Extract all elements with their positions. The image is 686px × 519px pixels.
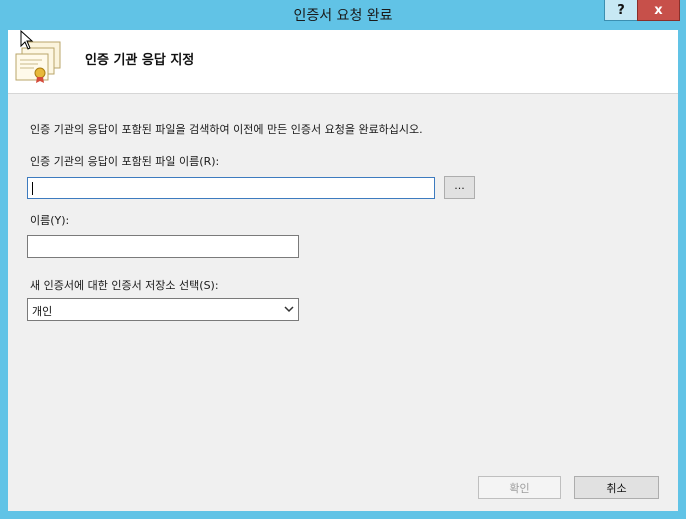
friendly-name-label: 이름(Y): — [30, 214, 70, 227]
dialog-body: 인증 기관 응답 지정 인증 기관의 응답이 포함된 파일을 검색하여 이전에 … — [8, 30, 678, 511]
mouse-cursor-icon — [20, 30, 34, 50]
file-name-label: 인증 기관의 응답이 포함된 파일 이름(R): — [30, 155, 220, 168]
description-text: 인증 기관의 응답이 포함된 파일을 검색하여 이전에 만든 인증서 요청을 완… — [30, 123, 423, 136]
chevron-down-icon — [284, 306, 294, 313]
text-caret — [32, 182, 33, 195]
help-button[interactable]: ? — [604, 0, 638, 21]
certificate-store-select[interactable]: 개인 — [27, 298, 299, 321]
close-button[interactable]: x — [637, 0, 680, 21]
title-bar[interactable]: 인증서 요청 완료 ? x — [0, 0, 686, 28]
file-name-input[interactable] — [27, 177, 435, 199]
page-heading: 인증 기관 응답 지정 — [85, 53, 195, 68]
friendly-name-input[interactable] — [27, 235, 299, 258]
ok-button[interactable]: 확인 — [478, 476, 561, 499]
certificate-store-value: 개인 — [32, 305, 53, 318]
browse-button[interactable]: ... — [444, 176, 475, 199]
window-title: 인증서 요청 완료 — [293, 8, 393, 24]
certificate-store-label: 새 인증서에 대한 인증서 저장소 선택(S): — [30, 279, 219, 292]
dialog-window: 인증서 요청 완료 ? x 인증 기관 응답 지정 인증 기관의 응답이 포함된… — [0, 0, 686, 519]
header-panel: 인증 기관 응답 지정 — [8, 30, 678, 94]
cancel-button[interactable]: 취소 — [574, 476, 659, 499]
